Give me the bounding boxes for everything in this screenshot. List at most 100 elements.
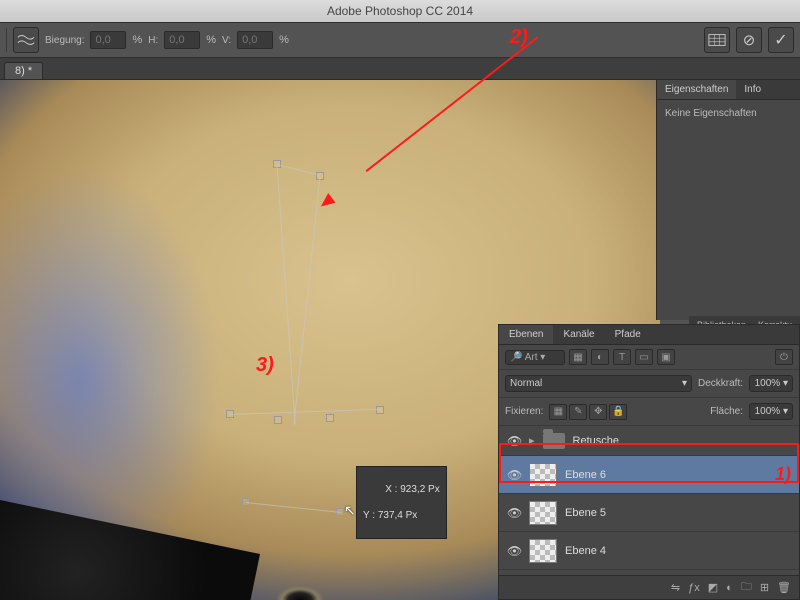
- warp-mode-icon[interactable]: [704, 27, 730, 53]
- link-layers-icon[interactable]: ⇋: [671, 581, 680, 594]
- filter-toggle-icon[interactable]: ⏻: [775, 349, 793, 365]
- lock-position-icon[interactable]: ✥: [589, 404, 607, 420]
- h-field[interactable]: 0,0: [164, 31, 200, 49]
- adjustment-layer-icon[interactable]: ◐: [726, 582, 733, 594]
- delete-layer-icon[interactable]: 🗑: [777, 581, 791, 594]
- layer-row-group[interactable]: 👁 ▸ Retusche: [499, 426, 799, 456]
- app-title-bar: Adobe Photoshop CC 2014: [0, 0, 800, 22]
- properties-panel: Eigenschaften Info Keine Eigenschaften: [656, 80, 800, 320]
- workspace: X : 923,2 Px Y : 737,4 Px ↖ 2) 3) Eigens…: [0, 80, 800, 600]
- tab-layers[interactable]: Ebenen: [499, 325, 553, 344]
- warp-handle[interactable]: [376, 406, 384, 414]
- document-tab[interactable]: 8) *: [4, 62, 43, 79]
- coord-y-label: Y :: [363, 510, 375, 521]
- warp-handle[interactable]: [326, 414, 334, 422]
- fill-label: Fläche:: [710, 406, 743, 417]
- annotation-2-abs: 2): [510, 26, 528, 49]
- warp-edge: [293, 176, 320, 425]
- dark-region: [0, 500, 260, 600]
- visibility-toggle[interactable]: 👁: [507, 468, 521, 482]
- layer-name: Retusche: [573, 435, 619, 447]
- layer-thumbnail: [529, 539, 557, 563]
- opacity-field[interactable]: 100% ▾: [749, 375, 793, 392]
- layer-row[interactable]: 👁 Ebene 4: [499, 532, 799, 570]
- filter-shape-icon[interactable]: ▭: [635, 349, 653, 365]
- visibility-toggle[interactable]: 👁: [507, 506, 521, 520]
- lock-all-icon[interactable]: 🔒: [609, 404, 627, 420]
- blend-mode-value: Normal: [510, 378, 542, 389]
- layer-row[interactable]: 👁 Ebene 5: [499, 494, 799, 532]
- layer-name: Ebene 4: [565, 545, 606, 557]
- biegung-label: Biegung:: [45, 35, 84, 46]
- filter-adjust-icon[interactable]: ◐: [591, 349, 609, 365]
- tab-paths[interactable]: Pfade: [605, 325, 651, 344]
- coord-x-value: 923,2 Px: [400, 484, 439, 495]
- annotation-3: 3): [256, 354, 274, 377]
- layer-filter-bar: 🔎 Art ▾ ▦ ◐ T ▭ ▣ ⏻: [499, 345, 799, 370]
- lock-fill-row: Fixieren: ▦ ✎ ✥ 🔒 Fläche: 100% ▾: [499, 398, 799, 426]
- warp-edge: [230, 409, 380, 415]
- lock-buttons: ▦ ✎ ✥ 🔒: [549, 404, 627, 420]
- warp-handle[interactable]: [274, 416, 282, 424]
- layer-name: Ebene 6: [565, 469, 606, 481]
- annotation-1: 1): [775, 464, 791, 485]
- filter-smart-icon[interactable]: ▣: [657, 349, 675, 365]
- layers-panel-tabs: Ebenen Kanäle Pfade: [499, 325, 799, 345]
- h-label: H:: [148, 35, 158, 46]
- lock-label: Fixieren:: [505, 406, 543, 417]
- cursor-icon: ↖: [344, 502, 356, 519]
- filter-pixel-icon[interactable]: ▦: [569, 349, 587, 365]
- disclosure-icon[interactable]: ▸: [529, 434, 535, 447]
- commit-transform-button[interactable]: ✓: [768, 27, 794, 53]
- v-field[interactable]: 0,0: [237, 31, 273, 49]
- layer-row[interactable]: 👁 Ebene 6 1): [499, 456, 799, 494]
- properties-body: Keine Eigenschaften: [657, 100, 800, 127]
- warp-switch-icon[interactable]: [13, 27, 39, 53]
- blend-mode-select[interactable]: Normal ▾: [505, 375, 692, 392]
- separator: [6, 28, 7, 52]
- pct-3: %: [279, 34, 289, 46]
- new-layer-icon[interactable]: ⊞: [760, 581, 769, 594]
- properties-tabs: Eigenschaften Info: [657, 80, 800, 100]
- tab-channels[interactable]: Kanäle: [553, 325, 604, 344]
- lock-transparency-icon[interactable]: ▦: [549, 404, 567, 420]
- opacity-label: Deckkraft:: [698, 378, 743, 389]
- layers-panel: Ebenen Kanäle Pfade 🔎 Art ▾ ▦ ◐ T ▭ ▣ ⏻ …: [498, 324, 800, 600]
- visibility-toggle[interactable]: 👁: [507, 434, 521, 448]
- tab-info[interactable]: Info: [736, 80, 769, 99]
- document-tab-bar: 8) *: [0, 58, 800, 80]
- warp-edge: [277, 164, 320, 176]
- layers-bottom-bar: ⇋ ƒx ◩ ◐ 🗀 ⊞ 🗑: [499, 575, 799, 599]
- check-icon: ✓: [774, 30, 787, 50]
- lock-pixels-icon[interactable]: ✎: [569, 404, 587, 420]
- filter-type-icon[interactable]: T: [613, 349, 631, 365]
- tab-properties[interactable]: Eigenschaften: [657, 80, 736, 99]
- biegung-field[interactable]: 0,0: [90, 31, 126, 49]
- layer-fx-icon[interactable]: ƒx: [688, 582, 700, 594]
- new-group-icon[interactable]: 🗀: [741, 578, 752, 597]
- filter-label: Art: [525, 352, 538, 363]
- app-title: Adobe Photoshop CC 2014: [327, 4, 473, 18]
- cancel-icon: ⊘: [743, 31, 756, 49]
- v-label: V:: [222, 35, 231, 46]
- coord-x-label: X :: [385, 484, 397, 495]
- opacity-value: 100%: [755, 378, 781, 389]
- eye-region: [240, 570, 360, 600]
- layer-mask-icon[interactable]: ◩: [708, 581, 718, 594]
- layer-filter-type[interactable]: 🔎 Art ▾: [505, 350, 565, 365]
- layer-list: 👁 ▸ Retusche 👁 Ebene 6 1) 👁 Ebene 5 👁: [499, 426, 799, 570]
- coord-y-value: 737,4 Px: [378, 510, 417, 521]
- warp-edge: [277, 164, 296, 423]
- cancel-transform-button[interactable]: ⊘: [736, 27, 762, 53]
- layer-name: Ebene 5: [565, 507, 606, 519]
- layer-thumbnail: [529, 501, 557, 525]
- pct-2: %: [206, 34, 216, 46]
- fill-value: 100%: [755, 406, 781, 417]
- document-tab-label: 8) *: [15, 65, 32, 77]
- folder-icon: [543, 433, 565, 449]
- fill-field[interactable]: 100% ▾: [749, 403, 793, 420]
- coordinate-tooltip: X : 923,2 Px Y : 737,4 Px: [356, 466, 447, 539]
- visibility-toggle[interactable]: 👁: [507, 544, 521, 558]
- warp-edge: [246, 502, 342, 513]
- pct-1: %: [132, 34, 142, 46]
